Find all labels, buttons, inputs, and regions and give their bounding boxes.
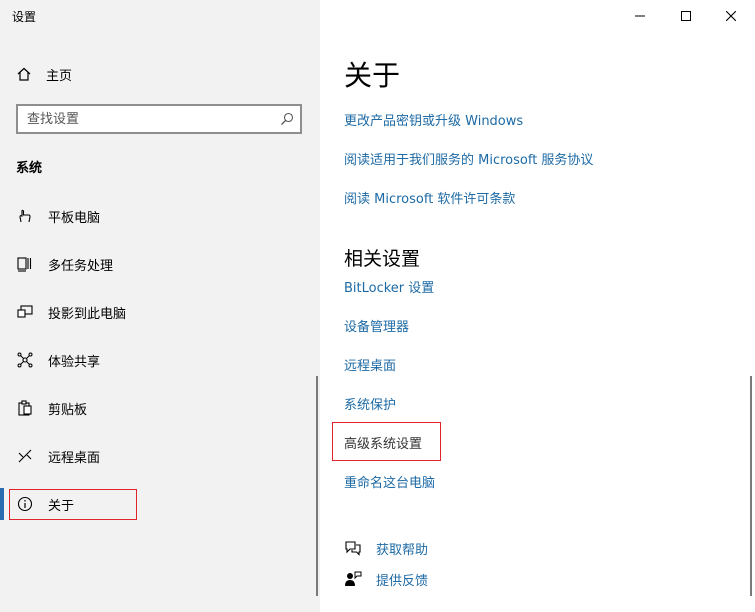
section-title-system: 系统 xyxy=(16,161,43,176)
sidebar-scrollbar[interactable] xyxy=(316,376,318,596)
shared-experiences-icon xyxy=(16,351,34,369)
home-icon xyxy=(16,66,32,82)
app-title: 设置 xyxy=(12,10,37,24)
link-rename-pc[interactable]: 重命名这台电脑 xyxy=(344,472,435,491)
maximize-icon xyxy=(681,11,691,21)
sidebar-item-tablet[interactable]: 平板电脑 xyxy=(0,196,320,236)
sidebar-item-label: 剪贴板 xyxy=(48,402,88,418)
sidebar-item-label: 投影到此电脑 xyxy=(48,306,127,322)
minimize-button[interactable] xyxy=(616,0,664,32)
sidebar-item-clipboard[interactable]: 剪贴板 xyxy=(0,388,320,428)
link-service-agreement[interactable]: 阅读适用于我们服务的 Microsoft 服务协议 xyxy=(344,149,593,168)
related-settings-title: 相关设置 xyxy=(344,248,421,270)
sidebar-item-label: 关于 xyxy=(48,498,75,514)
search-box[interactable] xyxy=(16,104,302,134)
link-bitlocker-settings[interactable]: BitLocker 设置 xyxy=(344,277,434,296)
link-advanced-system-settings[interactable]: 高级系统设置 xyxy=(344,433,422,452)
close-icon xyxy=(726,11,736,21)
remote-desktop-icon xyxy=(16,447,34,465)
sidebar-item-shared-experiences[interactable]: 体验共享 xyxy=(0,340,320,380)
page-title: 关于 xyxy=(344,59,401,92)
give-feedback-label: 提供反馈 xyxy=(376,573,429,589)
help-icon xyxy=(344,540,362,556)
link-change-product-key[interactable]: 更改产品密钥或升级 Windows xyxy=(344,110,523,129)
get-help-link[interactable]: 获取帮助 xyxy=(344,538,428,558)
sidebar-item-label: 平板电脑 xyxy=(48,210,101,226)
close-button[interactable] xyxy=(707,0,755,32)
sidebar-item-projecting[interactable]: 投影到此电脑 xyxy=(0,292,320,332)
link-system-protection[interactable]: 系统保护 xyxy=(344,394,396,413)
sidebar-item-label: 远程桌面 xyxy=(48,450,101,466)
sidebar: 设置 主页 系统 平板电脑 多任务处理 投影到此电脑 体验共享 xyxy=(0,0,320,612)
sidebar-item-about[interactable]: 关于 xyxy=(0,484,320,524)
tablet-icon xyxy=(16,207,34,225)
home-nav-item[interactable]: 主页 xyxy=(16,63,72,85)
sidebar-item-label: 多任务处理 xyxy=(48,258,114,274)
link-remote-desktop[interactable]: 远程桌面 xyxy=(344,355,396,374)
minimize-icon xyxy=(635,11,645,21)
info-icon xyxy=(16,495,34,513)
projecting-icon xyxy=(16,303,34,321)
multitasking-icon xyxy=(16,255,34,273)
search-input[interactable] xyxy=(18,105,274,133)
sidebar-item-label: 体验共享 xyxy=(48,354,101,370)
feedback-icon xyxy=(344,571,362,587)
maximize-button[interactable] xyxy=(662,0,710,32)
sidebar-item-multitasking[interactable]: 多任务处理 xyxy=(0,244,320,284)
clipboard-icon xyxy=(16,399,34,417)
link-device-manager[interactable]: 设备管理器 xyxy=(344,316,409,335)
main-scrollbar[interactable] xyxy=(750,376,752,596)
sidebar-item-remote-desktop[interactable]: 远程桌面 xyxy=(0,436,320,476)
home-label: 主页 xyxy=(46,68,73,84)
search-icon[interactable] xyxy=(274,112,300,126)
get-help-label: 获取帮助 xyxy=(376,542,429,558)
link-license-terms[interactable]: 阅读 Microsoft 软件许可条款 xyxy=(344,188,515,207)
give-feedback-link[interactable]: 提供反馈 xyxy=(344,569,428,589)
